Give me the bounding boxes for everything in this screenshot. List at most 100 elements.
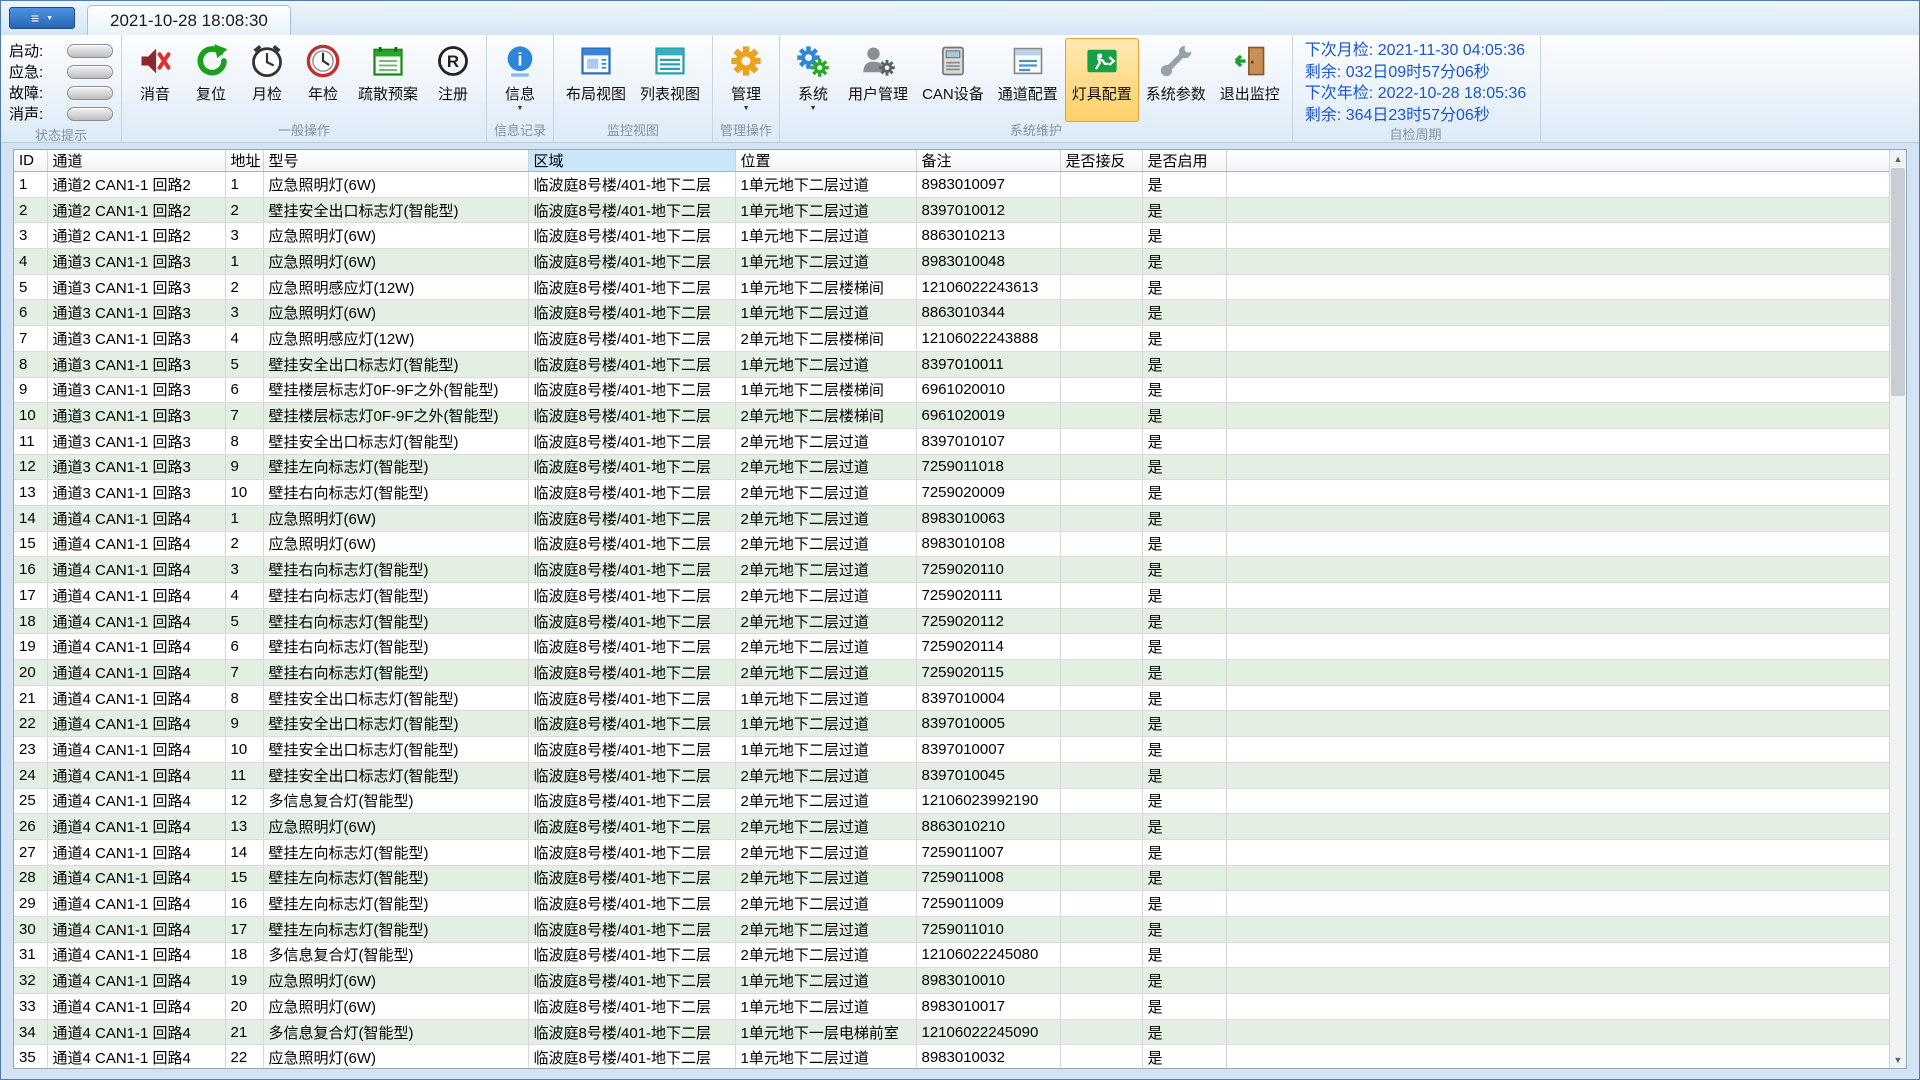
scroll-down-arrow-icon[interactable]: ▼	[1890, 1051, 1906, 1068]
table-row[interactable]: 12通道3 CAN1-1 回路39壁挂左向标志灯(智能型)临波庭8号楼/401-…	[14, 454, 1889, 480]
table-row[interactable]: 19通道4 CAN1-1 回路46壁挂右向标志灯(智能型)临波庭8号楼/401-…	[14, 634, 1889, 660]
table-cell: 是	[1142, 968, 1226, 994]
table-row[interactable]: 7通道3 CAN1-1 回路34应急照明感应灯(12W)临波庭8号楼/401-地…	[14, 326, 1889, 352]
table-row[interactable]: 32通道4 CAN1-1 回路419应急照明灯(6W)临波庭8号楼/401-地下…	[14, 968, 1889, 994]
svg-text:R: R	[447, 52, 459, 71]
toolbar-button-list-view[interactable]: 列表视图	[633, 38, 707, 122]
table-row[interactable]: 30通道4 CAN1-1 回路417壁挂左向标志灯(智能型)临波庭8号楼/401…	[14, 916, 1889, 942]
table-row[interactable]: 9通道3 CAN1-1 回路36壁挂楼层标志灯0F-9F之外(智能型)临波庭8号…	[14, 377, 1889, 403]
table-row[interactable]: 16通道4 CAN1-1 回路43壁挂右向标志灯(智能型)临波庭8号楼/401-…	[14, 557, 1889, 583]
toolbar-button-evacuation-plan[interactable]: 疏散预案	[351, 38, 425, 122]
table-row[interactable]: 34通道4 CAN1-1 回路421多信息复合灯(智能型)临波庭8号楼/401-…	[14, 1019, 1889, 1045]
channel-config-icon	[1010, 43, 1046, 79]
table-cell: 8983010017	[916, 994, 1060, 1020]
toolbar-button-lamp-config[interactable]: 灯具配置	[1065, 38, 1139, 122]
table-cell: 壁挂楼层标志灯0F-9F之外(智能型)	[263, 403, 528, 429]
scrollbar-thumb[interactable]	[1891, 168, 1905, 396]
tab-session[interactable]: 2021-10-28 18:08:30	[87, 5, 291, 35]
toolbar-button-mute[interactable]: 消音	[127, 38, 183, 122]
table-cell-filler	[1226, 685, 1889, 711]
column-header[interactable]: 位置	[735, 150, 916, 172]
column-header[interactable]: 型号	[263, 150, 528, 172]
toolbar-button-info[interactable]: i信息▼	[492, 38, 548, 122]
toolbar-button-user-manage[interactable]: 用户管理	[841, 38, 915, 122]
table-row[interactable]: 15通道4 CAN1-1 回路42应急照明灯(6W)临波庭8号楼/401-地下二…	[14, 531, 1889, 557]
table-cell: 是	[1142, 916, 1226, 942]
table-cell: 12106022243888	[916, 326, 1060, 352]
table-cell: 通道4 CAN1-1 回路4	[47, 1019, 225, 1045]
toolbar-button-manage[interactable]: 管理▼	[718, 38, 774, 122]
table-row[interactable]: 13通道3 CAN1-1 回路310壁挂右向标志灯(智能型)临波庭8号楼/401…	[14, 480, 1889, 506]
toolbar-button-monthly-check[interactable]: 月检	[239, 38, 295, 122]
table-row[interactable]: 14通道4 CAN1-1 回路41应急照明灯(6W)临波庭8号楼/401-地下二…	[14, 505, 1889, 531]
table-row[interactable]: 35通道4 CAN1-1 回路422应急照明灯(6W)临波庭8号楼/401-地下…	[14, 1045, 1889, 1068]
toolbar-button-can-device[interactable]: CAN设备	[915, 38, 991, 122]
toolbar-button-reset[interactable]: 复位	[183, 38, 239, 122]
toolbar-button-label: 月检	[252, 83, 282, 104]
column-header[interactable]: 地址	[225, 150, 263, 172]
table-cell: 12106022245080	[916, 942, 1060, 968]
table-row[interactable]: 6通道3 CAN1-1 回路33应急照明灯(6W)临波庭8号楼/401-地下二层…	[14, 300, 1889, 326]
column-header[interactable]: 备注	[916, 150, 1060, 172]
scroll-up-arrow-icon[interactable]: ▲	[1890, 150, 1906, 167]
table-cell: 壁挂安全出口标志灯(智能型)	[263, 762, 528, 788]
table-row[interactable]: 31通道4 CAN1-1 回路418多信息复合灯(智能型)临波庭8号楼/401-…	[14, 942, 1889, 968]
ribbon-group: 系统▼用户管理CAN设备通道配置灯具配置系统参数退出监控系统维护	[780, 35, 1293, 142]
table-cell: 是	[1142, 249, 1226, 275]
table-row[interactable]: 4通道3 CAN1-1 回路31应急照明灯(6W)临波庭8号楼/401-地下二层…	[14, 249, 1889, 275]
table-row[interactable]: 1通道2 CAN1-1 回路21应急照明灯(6W)临波庭8号楼/401-地下二层…	[14, 172, 1889, 198]
table-row[interactable]: 24通道4 CAN1-1 回路411壁挂安全出口标志灯(智能型)临波庭8号楼/4…	[14, 762, 1889, 788]
table-row[interactable]: 20通道4 CAN1-1 回路47壁挂右向标志灯(智能型)临波庭8号楼/401-…	[14, 660, 1889, 686]
table-cell: 1单元地下二层过道	[735, 737, 916, 763]
table-cell-filler	[1226, 737, 1889, 763]
toolbar-button-system[interactable]: 系统▼	[785, 38, 841, 122]
table-row[interactable]: 11通道3 CAN1-1 回路38壁挂安全出口标志灯(智能型)临波庭8号楼/40…	[14, 428, 1889, 454]
table-cell: 是	[1142, 994, 1226, 1020]
table-row[interactable]: 21通道4 CAN1-1 回路48壁挂安全出口标志灯(智能型)临波庭8号楼/40…	[14, 685, 1889, 711]
column-header[interactable]: 通道	[47, 150, 225, 172]
table-cell: 2单元地下二层过道	[735, 865, 916, 891]
table-cell: 应急照明灯(6W)	[263, 814, 528, 840]
column-header[interactable]: 是否接反	[1060, 150, 1142, 172]
table-row[interactable]: 23通道4 CAN1-1 回路410壁挂安全出口标志灯(智能型)临波庭8号楼/4…	[14, 737, 1889, 763]
table-cell: 通道4 CAN1-1 回路4	[47, 1045, 225, 1068]
table-cell: 4	[225, 583, 263, 609]
table-row[interactable]: 8通道3 CAN1-1 回路35壁挂安全出口标志灯(智能型)临波庭8号楼/401…	[14, 351, 1889, 377]
vertical-scrollbar[interactable]: ▲ ▼	[1889, 150, 1906, 1068]
table-cell: 8983010032	[916, 1045, 1060, 1068]
table-row[interactable]: 25通道4 CAN1-1 回路412多信息复合灯(智能型)临波庭8号楼/401-…	[14, 788, 1889, 814]
table-row[interactable]: 26通道4 CAN1-1 回路413应急照明灯(6W)临波庭8号楼/401-地下…	[14, 814, 1889, 840]
table-row[interactable]: 27通道4 CAN1-1 回路414壁挂左向标志灯(智能型)临波庭8号楼/401…	[14, 839, 1889, 865]
table-cell: 是	[1142, 326, 1226, 352]
table-cell	[1060, 891, 1142, 917]
table-row[interactable]: 28通道4 CAN1-1 回路415壁挂左向标志灯(智能型)临波庭8号楼/401…	[14, 865, 1889, 891]
toolbar-button-annual-check[interactable]: 年检	[295, 38, 351, 122]
column-header[interactable]: ID	[14, 150, 47, 172]
table-row[interactable]: 17通道4 CAN1-1 回路44壁挂右向标志灯(智能型)临波庭8号楼/401-…	[14, 583, 1889, 609]
chevron-down-icon: ▼	[810, 105, 817, 112]
column-header[interactable]: 区域	[528, 150, 735, 172]
toolbar-button-system-param[interactable]: 系统参数	[1139, 38, 1213, 122]
table-row[interactable]: 2通道2 CAN1-1 回路22壁挂安全出口标志灯(智能型)临波庭8号楼/401…	[14, 197, 1889, 223]
table-row[interactable]: 33通道4 CAN1-1 回路420应急照明灯(6W)临波庭8号楼/401-地下…	[14, 994, 1889, 1020]
table-cell: 12106023992190	[916, 788, 1060, 814]
table-row[interactable]: 5通道3 CAN1-1 回路32应急照明感应灯(12W)临波庭8号楼/401-地…	[14, 274, 1889, 300]
column-header[interactable]: 是否启用	[1142, 150, 1226, 172]
toolbar-button-channel-config[interactable]: 通道配置	[991, 38, 1065, 122]
toolbar-button-register[interactable]: R注册	[425, 38, 481, 122]
table-cell: 临波庭8号楼/401-地下二层	[528, 557, 735, 583]
table-row[interactable]: 3通道2 CAN1-1 回路23应急照明灯(6W)临波庭8号楼/401-地下二层…	[14, 223, 1889, 249]
table-row[interactable]: 10通道3 CAN1-1 回路37壁挂楼层标志灯0F-9F之外(智能型)临波庭8…	[14, 403, 1889, 429]
table-cell: 31	[14, 942, 47, 968]
app-menu-button[interactable]: ≡ ▼	[9, 7, 75, 29]
toolbar-button-label: 通道配置	[998, 83, 1058, 104]
table-cell: 通道2 CAN1-1 回路2	[47, 197, 225, 223]
toolbar-button-exit-monitor[interactable]: 退出监控	[1213, 38, 1287, 122]
table-cell: 临波庭8号楼/401-地下二层	[528, 891, 735, 917]
ribbon-group: 消音复位月检年检疏散预案R注册一般操作	[122, 35, 487, 142]
toolbar-button-layout-view[interactable]: 布局视图	[559, 38, 633, 122]
table-row[interactable]: 22通道4 CAN1-1 回路49壁挂安全出口标志灯(智能型)临波庭8号楼/40…	[14, 711, 1889, 737]
table-row[interactable]: 29通道4 CAN1-1 回路416壁挂左向标志灯(智能型)临波庭8号楼/401…	[14, 891, 1889, 917]
table-row[interactable]: 18通道4 CAN1-1 回路45壁挂右向标志灯(智能型)临波庭8号楼/401-…	[14, 608, 1889, 634]
table-cell-filler	[1226, 403, 1889, 429]
